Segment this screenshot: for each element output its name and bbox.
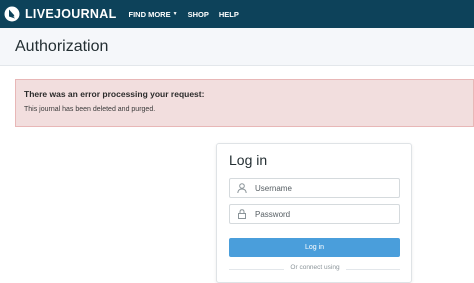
lock-icon <box>238 209 246 219</box>
main-nav: FIND MORE ▼ SHOP HELP <box>129 10 249 19</box>
username-field[interactable] <box>229 178 400 198</box>
nav-shop[interactable]: SHOP <box>188 10 209 19</box>
error-title: There was an error processing your reque… <box>24 89 205 99</box>
username-input[interactable] <box>255 180 395 196</box>
login-title: Log in <box>229 152 268 168</box>
livejournal-logo-icon <box>4 6 20 22</box>
logo-text: LIVEJOURNAL <box>25 7 117 21</box>
nav-help-label: HELP <box>218 9 239 19</box>
divider-right <box>346 269 400 270</box>
password-input[interactable] <box>255 206 395 222</box>
nav-find-more[interactable]: FIND MORE ▼ <box>129 10 178 19</box>
page-header: Authorization <box>0 28 474 66</box>
nav-help[interactable]: HELP <box>219 10 239 19</box>
user-icon <box>237 183 247 194</box>
top-navigation-bar: LIVEJOURNAL FIND MORE ▼ SHOP HELP <box>0 0 474 28</box>
error-alert: There was an error processing your reque… <box>15 79 474 127</box>
login-button[interactable]: Log in <box>229 238 400 257</box>
password-field[interactable] <box>229 204 400 224</box>
nav-shop-label: SHOP <box>187 9 209 19</box>
nav-find-more-label: FIND MORE <box>128 9 171 19</box>
error-message: This journal has been deleted and purged… <box>24 106 156 113</box>
caret-down-icon: ▼ <box>172 11 178 17</box>
livejournal-logo[interactable]: LIVEJOURNAL <box>4 6 117 22</box>
login-form: Log in Log in Or connect using <box>216 143 412 283</box>
page-title: Authorization <box>15 38 109 55</box>
